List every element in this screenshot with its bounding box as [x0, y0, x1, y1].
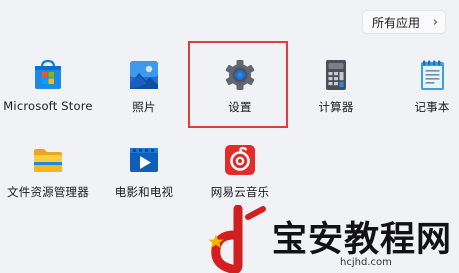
- app-notepad[interactable]: 记事本: [384, 58, 459, 130]
- app-label: 网易云音乐: [210, 185, 270, 199]
- app-label: Microsoft Store: [3, 99, 93, 113]
- app-label: 计算器: [318, 100, 354, 114]
- settings-highlight-box: [188, 41, 288, 128]
- app-label: 文件资源管理器: [7, 185, 89, 199]
- all-apps-button[interactable]: 所有应用 ›: [362, 10, 446, 34]
- chevron-right-icon: ›: [432, 15, 438, 30]
- photos-icon: [127, 58, 161, 92]
- app-movies-tv[interactable]: 电影和电视: [96, 143, 192, 215]
- movies-tv-icon: [127, 143, 161, 177]
- app-microsoft-store[interactable]: Microsoft Store: [0, 58, 96, 130]
- calculator-icon: [319, 58, 353, 92]
- watermark-url: hcjhd.com: [340, 257, 392, 268]
- watermark-text: 宝安教程网: [272, 219, 453, 260]
- notepad-icon: [415, 58, 449, 92]
- app-calculator[interactable]: 计算器: [288, 58, 384, 130]
- microsoft-store-icon: [31, 58, 65, 92]
- app-file-explorer[interactable]: 文件资源管理器: [0, 143, 96, 215]
- app-label: 记事本: [414, 100, 450, 114]
- app-label: 电影和电视: [114, 185, 174, 199]
- app-photos[interactable]: 照片: [96, 58, 192, 130]
- app-label: 照片: [132, 100, 156, 114]
- file-explorer-icon: [31, 143, 65, 177]
- all-apps-label: 所有应用: [372, 15, 421, 30]
- netease-music-icon: [223, 143, 257, 177]
